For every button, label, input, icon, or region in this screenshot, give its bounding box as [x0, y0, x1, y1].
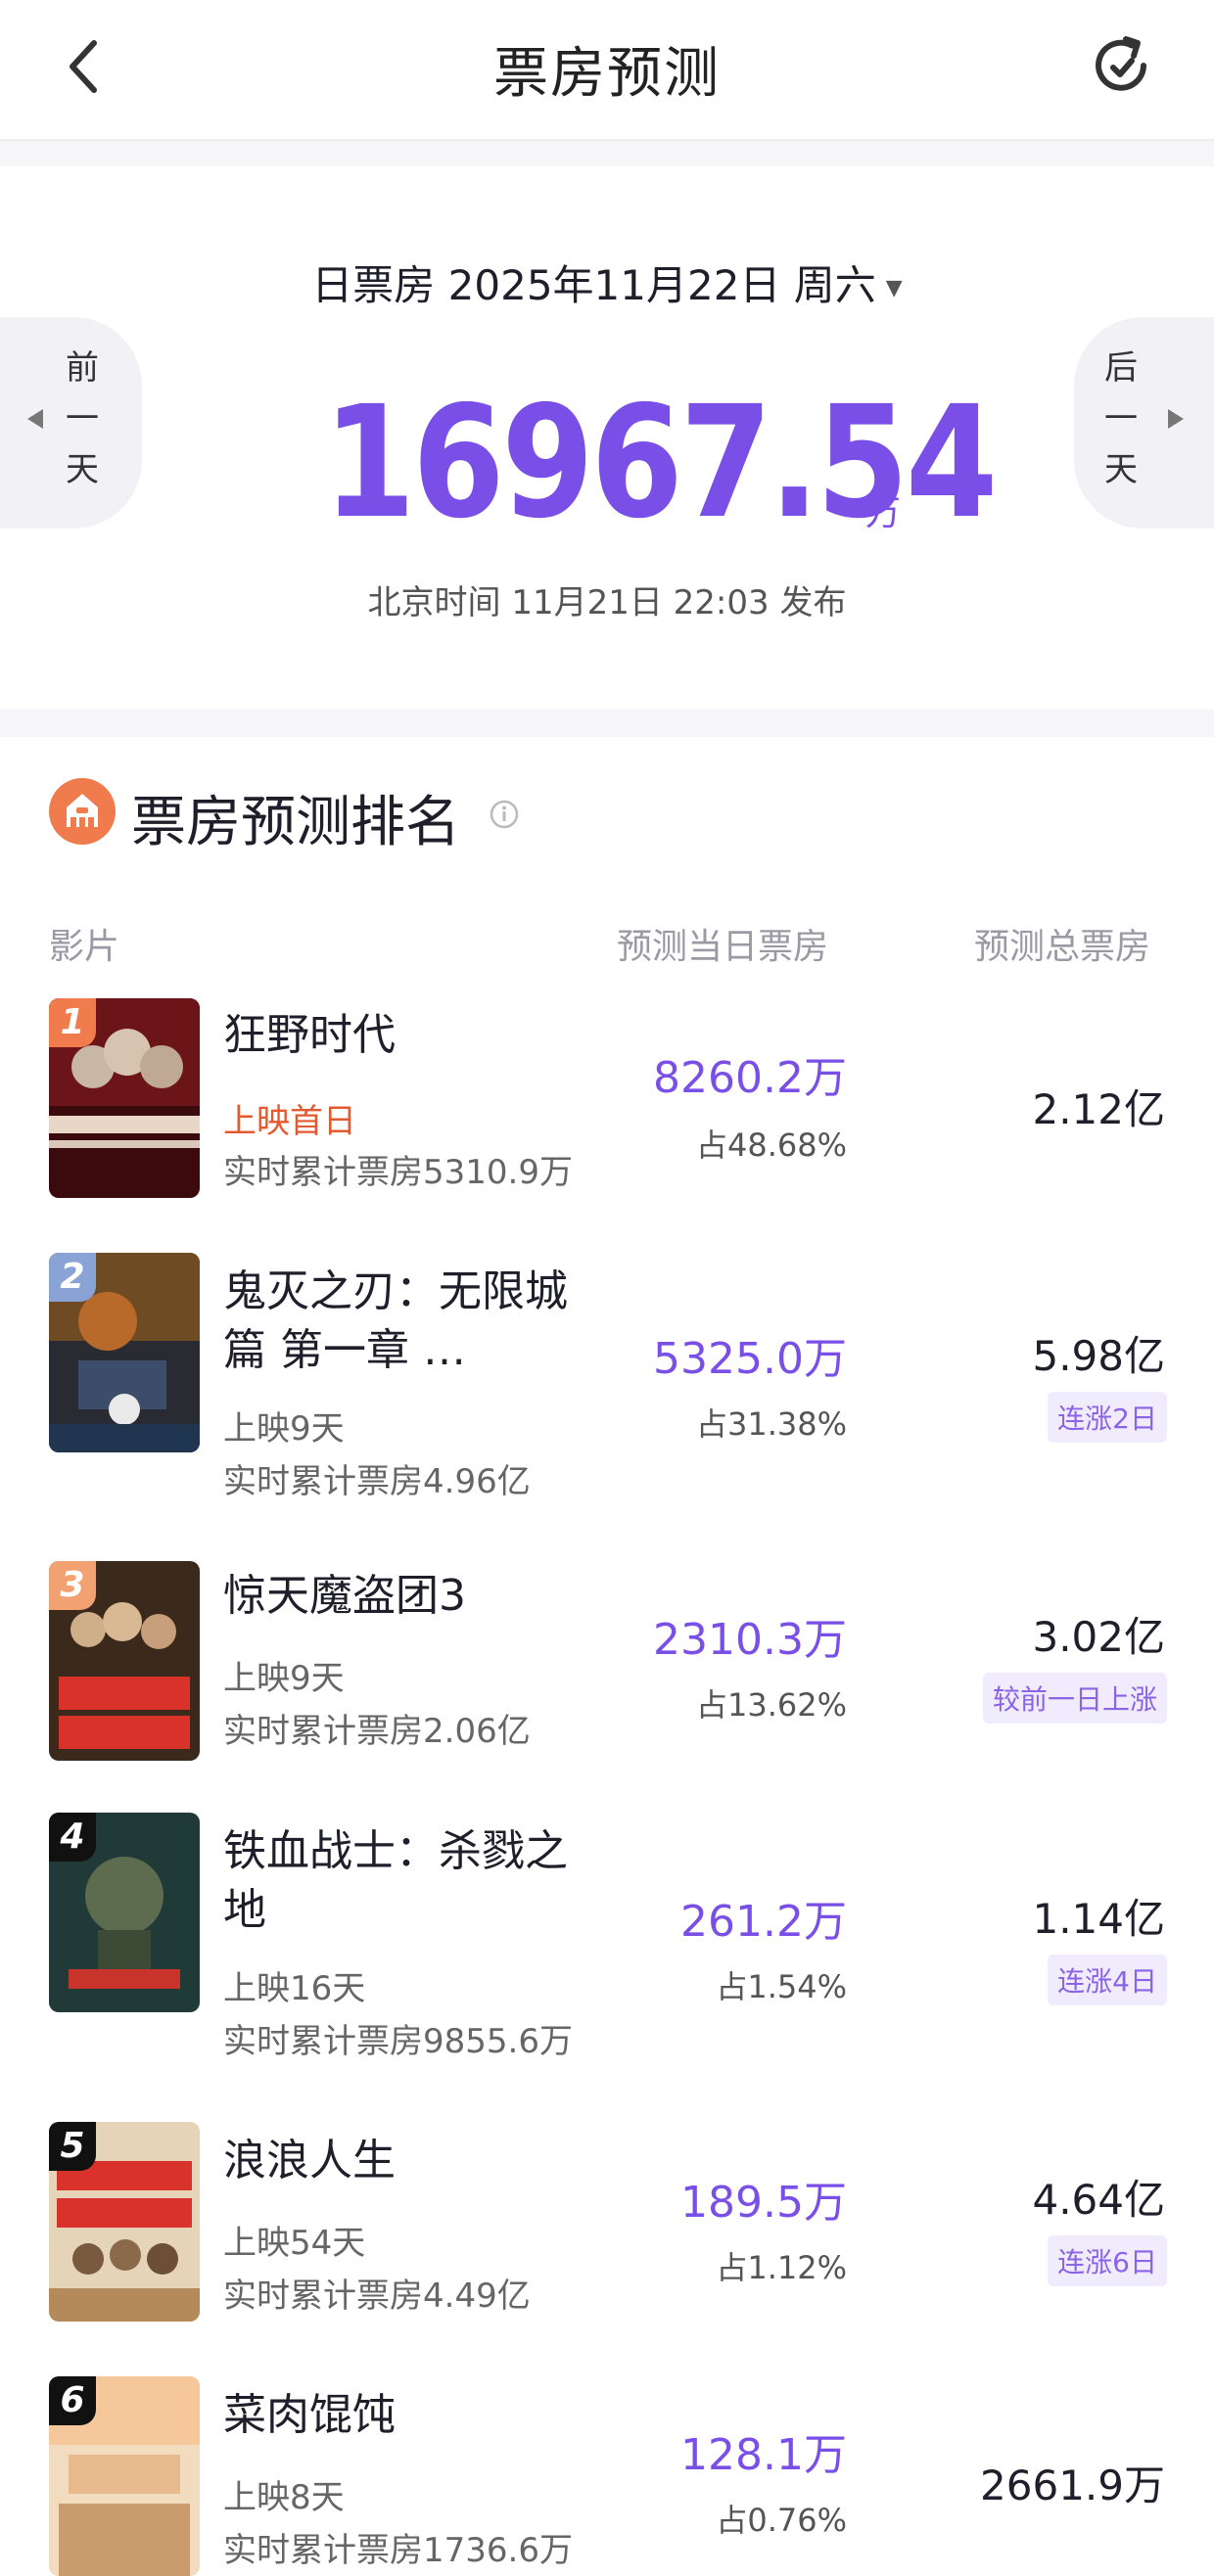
release-status: 上映首日 [223, 1102, 356, 1141]
rank-badge: 1 [49, 998, 96, 1047]
predicted-total-box-office: 3.02亿 [1032, 1613, 1165, 1661]
trend-badge: 连涨6日 [1048, 2235, 1167, 2286]
release-status: 上映16天 [223, 1969, 366, 2008]
movie-title: 惊天魔盗团3 [223, 1571, 466, 1621]
predicted-day-box-office: 261.2万 [680, 1897, 847, 1947]
page-title: 票房预测 [493, 42, 721, 106]
top-bar: 票房预测 [0, 0, 1214, 139]
predicted-total-box-office: 4.64亿 [1032, 2176, 1165, 2224]
market-share: 占48.68% [695, 1127, 847, 1164]
movie-title: 狂野时代 [223, 1010, 396, 1060]
predicted-day-box-office: 8260.2万 [653, 1053, 847, 1103]
column-header-day-box: 预测当日票房 [617, 927, 829, 967]
movie-title: 铁血战士：杀戮之地 [223, 1826, 568, 1935]
release-status: 上映9天 [223, 1409, 345, 1449]
predicted-total-box-office: 1.14亿 [1032, 1895, 1165, 1943]
predicted-day-box-office: 2310.3万 [653, 1615, 847, 1665]
predicted-total-box-office: 2.12亿 [1032, 1085, 1165, 1133]
trend-badge: 连涨4日 [1048, 1955, 1167, 2005]
rank-badge: 3 [49, 1561, 96, 1610]
section-gap [0, 710, 1214, 737]
rank-badge: 6 [49, 2376, 96, 2425]
refresh-icon[interactable] [1087, 31, 1155, 100]
next-day-button[interactable]: 后一天 [1074, 317, 1214, 529]
market-share: 占13.62% [695, 1686, 847, 1724]
info-icon[interactable] [490, 800, 519, 829]
cumulative-box-office: 实时累计票房1736.6万 [223, 2531, 573, 2570]
predicted-total-box-office: 5.98亿 [1032, 1332, 1165, 1380]
cumulative-box-office: 实时累计票房5310.9万 [223, 1153, 573, 1192]
predicted-day-box-office: 5325.0万 [653, 1334, 847, 1384]
release-time: 北京时间 11月21日 22:03 发布 [367, 583, 847, 622]
market-share: 占1.54% [716, 1968, 847, 2005]
date-selector[interactable]: 日票房 2025年11月22日 周六 ▼ [0, 253, 1214, 312]
date-label: 日票房 2025年11月22日 周六 [311, 261, 876, 309]
next-day-label: 后一天 [1104, 348, 1138, 489]
cumulative-box-office: 实时累计票房2.06亿 [223, 1712, 531, 1751]
ranking-logo-icon [49, 778, 116, 845]
amount-unit: 万 [865, 493, 902, 533]
rank-badge: 2 [49, 1253, 96, 1302]
prev-day-button[interactable]: 前一天 [0, 317, 142, 529]
caret-down-icon: ▼ [885, 276, 903, 300]
daily-box-office-card: 日票房 2025年11月22日 周六 ▼ 前一天 后一天 16967.54 万 北… [0, 166, 1214, 710]
cumulative-box-office: 实时累计票房4.96亿 [223, 1462, 531, 1501]
trend-badge: 较前一日上涨 [982, 1673, 1167, 1724]
rank-badge: 5 [49, 2122, 96, 2171]
triangle-right-icon [1168, 409, 1184, 429]
cumulative-box-office: 实时累计票房4.49亿 [223, 2277, 531, 2316]
movie-title: 浪浪人生 [223, 2136, 396, 2185]
predicted-day-box-office: 189.5万 [680, 2178, 847, 2228]
release-status: 上映9天 [223, 1659, 345, 1698]
column-header-film: 影片 [49, 927, 120, 967]
movie-title: 菜肉馄饨 [223, 2390, 396, 2440]
rank-badge: 4 [49, 1813, 96, 1862]
movie-title: 鬼灭之刃：无限城篇 第一章 … [223, 1266, 568, 1375]
predicted-day-box-office: 128.1万 [680, 2430, 847, 2480]
market-share: 占0.76% [716, 2502, 847, 2539]
release-status: 上映54天 [223, 2224, 366, 2263]
column-header-total-box: 预测总票房 [974, 927, 1151, 967]
market-share: 占31.38% [695, 1405, 847, 1443]
market-share: 占1.12% [716, 2249, 847, 2286]
release-status: 上映8天 [223, 2478, 345, 2517]
predicted-total-box-office: 2661.9万 [980, 2461, 1165, 2509]
cumulative-box-office: 实时累计票房9855.6万 [223, 2022, 573, 2061]
prev-day-label: 前一天 [66, 348, 99, 489]
trend-badge: 连涨2日 [1048, 1392, 1167, 1443]
triangle-left-icon [27, 409, 43, 429]
ranking-title: 票房预测排名 [131, 791, 460, 854]
section-gap [0, 141, 1214, 166]
